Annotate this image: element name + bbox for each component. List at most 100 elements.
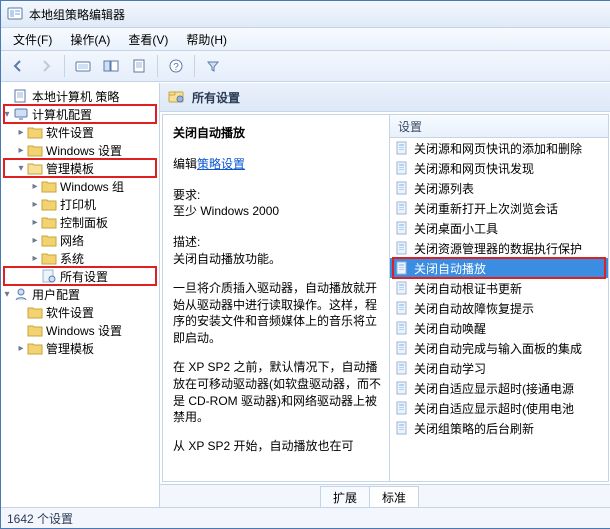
tree-user-child-0[interactable]: 软件设置	[1, 303, 159, 321]
policy-icon	[394, 200, 410, 216]
tree-comp-child-1-label: Windows 设置	[46, 142, 122, 159]
tree-comp-child-0-label: 软件设置	[46, 124, 94, 141]
tree-admin-child-5[interactable]: ▸所有设置	[1, 267, 159, 285]
tree-admin-child-2[interactable]: ▸控制面板	[1, 213, 159, 231]
setting-row[interactable]: 关闭自动故障恢复提示	[390, 298, 608, 318]
nav-back-button[interactable]	[5, 53, 31, 79]
titlebar: 本地组策略编辑器	[1, 1, 610, 28]
tree-admin-child-3[interactable]: ▸网络	[1, 231, 159, 249]
right-header-title: 所有设置	[192, 89, 240, 106]
setting-row[interactable]: 关闭源和网页快讯的添加和删除	[390, 138, 608, 158]
requirement-label: 要求:	[173, 187, 381, 204]
tree-root-label: 本地计算机 策略	[32, 88, 119, 105]
settings-list[interactable]: 关闭源和网页快讯的添加和删除关闭源和网页快讯发现关闭源列表关闭重新打开上次浏览会…	[390, 138, 608, 481]
setting-label: 关闭自动学习	[414, 360, 486, 377]
tree-admin-child-3-label: 网络	[60, 232, 84, 249]
tree-admin-child-0-label: Windows 组	[60, 178, 124, 195]
setting-row[interactable]: 关闭自适应显示超时(使用电池	[390, 398, 608, 418]
description-p4: 从 XP SP2 开始，自动播放也在可	[173, 438, 381, 455]
setting-label: 关闭资源管理器的数据执行保护	[414, 240, 582, 257]
tree-computer-config-label: 计算机配置	[32, 106, 92, 123]
tree-admin-child-0[interactable]: ▸Windows 组	[1, 177, 159, 195]
setting-row[interactable]: 关闭源列表	[390, 178, 608, 198]
toolbar-separator	[157, 55, 158, 77]
policy-icon	[394, 400, 410, 416]
setting-row[interactable]: 关闭自动完成与输入面板的集成	[390, 338, 608, 358]
right-pane: 所有设置 关闭自动播放 编辑策略设置 要求: 至少 Windows 2000 描…	[160, 83, 610, 507]
menu-help[interactable]: 帮助(H)	[178, 29, 235, 50]
tree-admin-child-2-icon	[41, 215, 57, 229]
settings-list-pane: 设置 关闭源和网页快讯的添加和删除关闭源和网页快讯发现关闭源列表关闭重新打开上次…	[389, 115, 608, 481]
tree-root-icon	[13, 89, 29, 103]
help-button[interactable]: ?	[163, 53, 189, 79]
menu-file[interactable]: 文件(F)	[5, 29, 60, 50]
setting-label: 关闭自动根证书更新	[414, 280, 522, 297]
filter-button[interactable]	[200, 53, 226, 79]
tree-admin-child-5-label: 所有设置	[60, 268, 108, 285]
setting-row[interactable]: 关闭源和网页快讯发现	[390, 158, 608, 178]
toolbar-separator	[64, 55, 65, 77]
tree-admin-child-0-icon	[41, 179, 57, 193]
policy-icon	[394, 300, 410, 316]
tree-admin-child-4[interactable]: ▸系统	[1, 249, 159, 267]
policy-icon	[394, 240, 410, 256]
tab-strip: 扩展 标准	[160, 484, 610, 507]
right-header: 所有设置	[160, 83, 610, 112]
setting-label: 关闭自适应显示超时(使用电池	[414, 400, 574, 417]
tab-standard[interactable]: 标准	[369, 486, 419, 507]
setting-row[interactable]: 关闭自适应显示超时(接通电源	[390, 378, 608, 398]
tree-admin-child-2-label: 控制面板	[60, 214, 108, 231]
tree-user-child-1-icon	[27, 323, 43, 337]
setting-row[interactable]: 关闭自动学习	[390, 358, 608, 378]
tree-admin-templates-icon	[27, 161, 43, 175]
setting-label: 关闭自动播放	[414, 260, 486, 277]
setting-row[interactable]: 关闭资源管理器的数据执行保护	[390, 238, 608, 258]
tab-extended[interactable]: 扩展	[320, 486, 370, 507]
setting-row[interactable]: 关闭自动唤醒	[390, 318, 608, 338]
tree-admin-child-5-icon	[41, 269, 57, 283]
up-level-button[interactable]	[70, 53, 96, 79]
setting-label: 关闭源列表	[414, 180, 474, 197]
description-p1: 关闭自动播放功能。	[173, 251, 381, 268]
tree-user-child-1[interactable]: Windows 设置	[1, 321, 159, 339]
tree-admin-templates-label: 管理模板	[46, 160, 94, 177]
tree-comp-child-1[interactable]: ▸Windows 设置	[1, 141, 159, 159]
edit-policy-link[interactable]: 策略设置	[197, 157, 245, 171]
tree-user-child-2-icon	[27, 341, 43, 355]
nav-forward-button[interactable]	[33, 53, 59, 79]
tree-user-config[interactable]: ▾用户配置	[1, 285, 159, 303]
menu-action[interactable]: 操作(A)	[62, 29, 118, 50]
tree-admin-templates[interactable]: ▾管理模板	[1, 159, 159, 177]
policy-icon	[394, 160, 410, 176]
policy-icon	[394, 260, 410, 276]
menu-view[interactable]: 查看(V)	[120, 29, 176, 50]
setting-label: 关闭桌面小工具	[414, 220, 498, 237]
column-header[interactable]: 设置	[390, 115, 608, 138]
setting-row[interactable]: 关闭组策略的后台刷新	[390, 418, 608, 438]
setting-row[interactable]: 关闭自动播放	[390, 258, 608, 278]
setting-row[interactable]: 关闭自动根证书更新	[390, 278, 608, 298]
description-p3: 在 XP SP2 之前，默认情况下，自动播放在可移动驱动器(如软盘驱动器，而不是…	[173, 359, 381, 426]
setting-label: 关闭重新打开上次浏览会话	[414, 200, 558, 217]
tree-user-child-2[interactable]: ▸管理模板	[1, 339, 159, 357]
tree-computer-config[interactable]: ▾计算机配置	[1, 105, 159, 123]
tree-comp-child-0[interactable]: ▸软件设置	[1, 123, 159, 141]
requirement-value: 至少 Windows 2000	[173, 203, 381, 220]
app-icon	[7, 6, 23, 22]
setting-label: 关闭源和网页快讯发现	[414, 160, 534, 177]
properties-button[interactable]	[126, 53, 152, 79]
detail-pane: 关闭自动播放 编辑策略设置 要求: 至少 Windows 2000 描述: 关闭…	[163, 115, 389, 481]
tree-root[interactable]: ▸本地计算机 策略	[1, 87, 159, 105]
tree-admin-child-1[interactable]: ▸打印机	[1, 195, 159, 213]
setting-row[interactable]: 关闭重新打开上次浏览会话	[390, 198, 608, 218]
show-hide-tree-button[interactable]	[98, 53, 124, 79]
gear-folder-icon	[168, 89, 186, 105]
setting-label: 关闭自动故障恢复提示	[414, 300, 534, 317]
edit-link-row: 编辑策略设置	[173, 156, 381, 173]
tree-pane[interactable]: ▸本地计算机 策略▾计算机配置▸软件设置▸Windows 设置▾管理模板▸Win…	[1, 83, 160, 507]
policy-icon	[394, 180, 410, 196]
tree-admin-child-1-label: 打印机	[60, 196, 96, 213]
tree-user-config-icon	[13, 287, 29, 301]
policy-icon	[394, 360, 410, 376]
setting-row[interactable]: 关闭桌面小工具	[390, 218, 608, 238]
